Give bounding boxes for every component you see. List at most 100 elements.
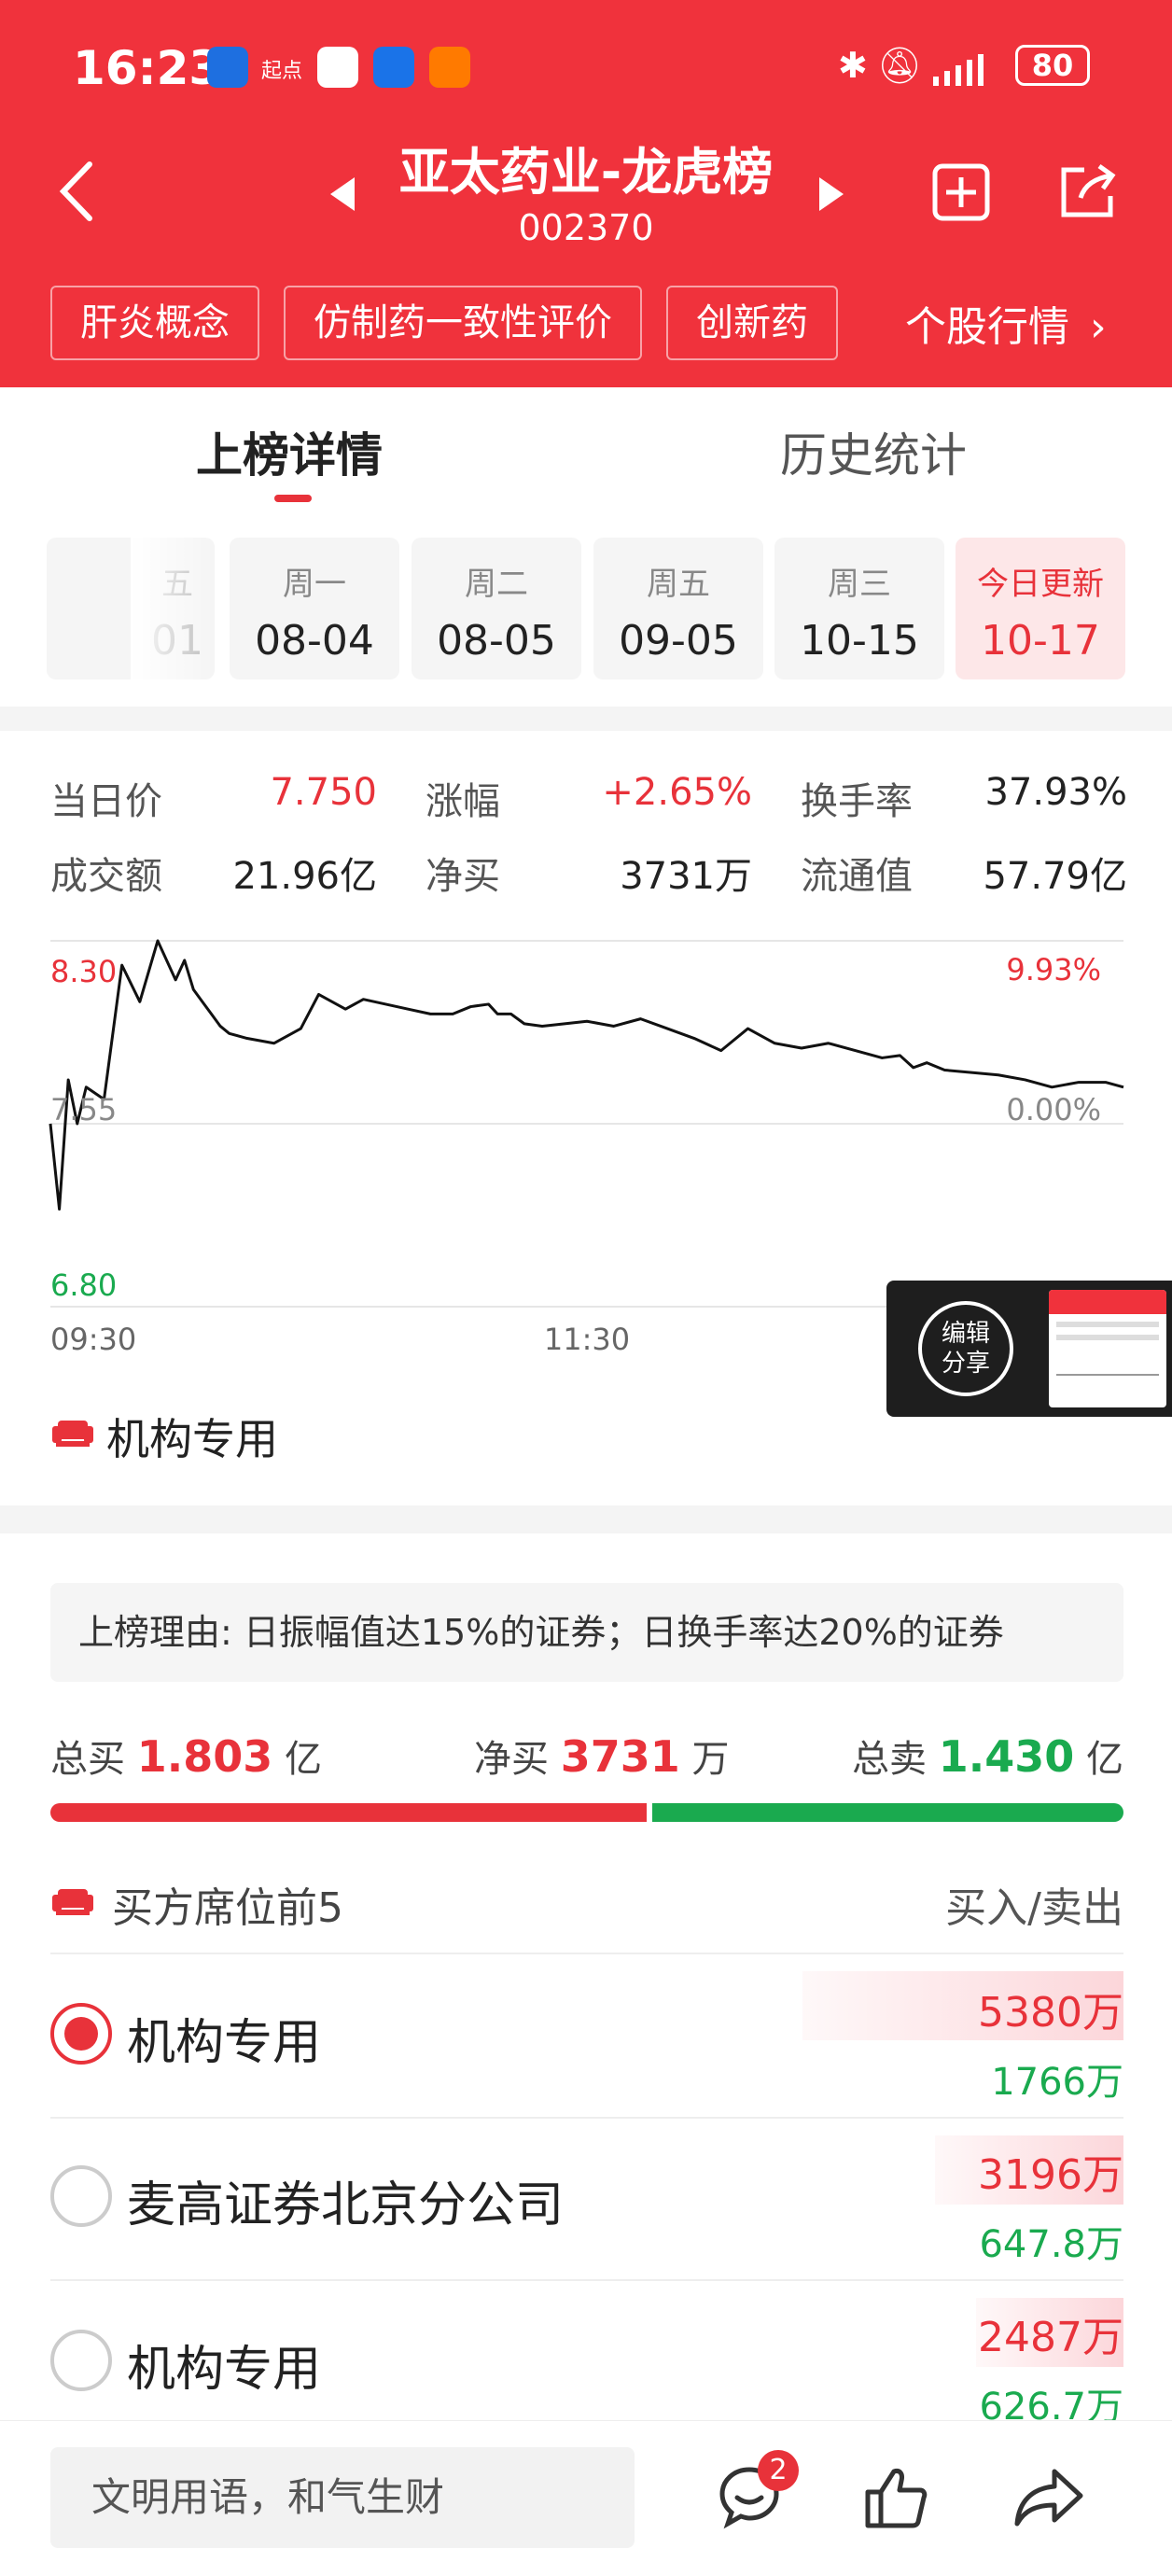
stat-label: 换手率 <box>801 780 913 823</box>
tag-concept[interactable]: 仿制药一致性评价 <box>284 286 642 360</box>
buy-sell-column-label: 买入/卖出 <box>945 1884 1123 1932</box>
stock-code: 002370 <box>518 207 654 248</box>
sell-amount: 1766万 <box>991 2061 1123 2104</box>
stat-label: 涨幅 <box>426 780 500 823</box>
stat-value: 21.96亿 <box>232 855 377 898</box>
seat-name[interactable]: 机构专用 <box>127 2003 321 2073</box>
share-icon[interactable] <box>1056 161 1120 226</box>
price-series-line <box>49 939 1124 1211</box>
total-sell-label: 总卖 <box>852 1738 928 1781</box>
page-title: 亚太药业-龙虎榜 <box>398 143 774 202</box>
stock-quote-label: 个股行情 <box>905 303 1069 351</box>
forward-icon[interactable] <box>1013 2466 1084 2531</box>
date-weekday: 今日更新 <box>977 566 1104 603</box>
date-value: 10-17 <box>981 617 1100 665</box>
back-button[interactable] <box>56 159 97 228</box>
date-card-today[interactable]: 今日更新 10-17 <box>956 538 1125 679</box>
date-card[interactable]: 周一 08-04 <box>230 538 399 679</box>
buy-sell-bar <box>50 1803 1123 1822</box>
date-card[interactable]: 周三 10-15 <box>774 538 944 679</box>
net-buy-unit: 万 <box>691 1738 730 1781</box>
stat-label: 流通值 <box>801 855 913 898</box>
date-weekday: 周二 <box>465 566 528 603</box>
chevron-right-icon: › <box>1090 303 1107 351</box>
sofa-icon <box>52 1880 93 1921</box>
date-weekday: 周三 <box>828 566 891 603</box>
add-watchlist-icon[interactable] <box>931 162 991 226</box>
comment-input[interactable]: 文明用语，和气生财 <box>50 2447 635 2548</box>
video-app-icon <box>429 47 470 88</box>
x-axis-tick-label: 09:30 <box>50 1322 136 1357</box>
battery-indicator: 80 <box>1015 45 1090 86</box>
total-buy-value: 1.803 <box>136 1731 273 1782</box>
buyers-title: 买方席位前5 <box>112 1884 343 1932</box>
comment-count-badge: 2 <box>758 2450 799 2491</box>
sell-bar-segment <box>651 1803 1123 1822</box>
total-buy-label: 总买 <box>50 1738 125 1781</box>
app-notification-icon <box>207 47 248 88</box>
y-axis-right-tick-label: 0.00% <box>1006 1092 1101 1127</box>
mute-icon: 🔕︎ <box>877 45 923 86</box>
y-axis-tick-label: 8.30 <box>50 954 117 989</box>
prev-stock-icon[interactable] <box>328 175 356 217</box>
date-value: 08-05 <box>437 617 556 665</box>
divider <box>50 2279 1123 2281</box>
sofa-icon <box>52 1411 93 1452</box>
baidu-netdisk-icon <box>317 47 358 88</box>
edit-share-button[interactable]: 编辑 分享 <box>918 1301 1013 1396</box>
net-buy-value: 3731 <box>560 1731 680 1782</box>
stat-value: 3731万 <box>620 855 752 898</box>
total-buy: 总买 1.803 亿 <box>50 1729 322 1783</box>
date-fade-overlay <box>131 538 215 679</box>
date-weekday: 周一 <box>283 566 346 603</box>
divider <box>50 1953 1123 1954</box>
stock-quote-link[interactable]: 个股行情 › <box>905 293 1107 353</box>
seat-radio[interactable] <box>50 2165 112 2227</box>
total-sell-value: 1.430 <box>938 1731 1075 1782</box>
edit-share-label: 编辑 分享 <box>941 1320 990 1378</box>
stat-value: 37.93% <box>984 771 1127 814</box>
screenshot-thumbnail <box>1049 1290 1166 1407</box>
header: 16:23 起点 ✱ 🔕︎ 80 亚太药业-龙虎榜 002370 肝炎概念 仿制… <box>0 0 1172 387</box>
seat-radio[interactable] <box>50 2330 112 2391</box>
date-value: 09-05 <box>619 617 738 665</box>
stat-label: 净买 <box>426 855 500 898</box>
like-icon[interactable] <box>862 2464 929 2535</box>
tag-concept[interactable]: 创新药 <box>666 286 838 360</box>
total-buy-unit: 亿 <box>284 1738 322 1781</box>
date-card[interactable]: 周二 08-05 <box>412 538 581 679</box>
date-weekday: 周五 <box>647 566 710 603</box>
status-time: 16:23 <box>73 41 222 95</box>
stat-value: 57.79亿 <box>983 855 1127 898</box>
bluetooth-icon: ✱ <box>838 45 868 86</box>
x-axis-tick-label: 11:30 <box>544 1322 630 1357</box>
tab-bar <box>0 387 1172 527</box>
stat-value: +2.65% <box>602 771 752 814</box>
date-value: 10-15 <box>800 617 919 665</box>
tab-details[interactable]: 上榜详情 <box>196 418 383 485</box>
tab-history[interactable]: 历史统计 <box>780 418 967 485</box>
net-buy: 净买 3731 万 <box>474 1729 729 1783</box>
buy-amount: 2487万 <box>978 2314 1123 2361</box>
share-overlay[interactable]: 编辑 分享 <box>886 1281 1172 1417</box>
qidian-app-icon: 起点 <box>261 60 303 83</box>
y-axis-right-tick-label: 9.93% <box>1006 952 1101 987</box>
browser-app-icon <box>373 47 414 88</box>
buy-amount: 3196万 <box>978 2151 1123 2199</box>
seat-name[interactable]: 机构专用 <box>127 2330 321 2400</box>
tag-concept[interactable]: 肝炎概念 <box>50 286 259 360</box>
date-value: 08-04 <box>255 617 374 665</box>
seat-radio[interactable] <box>50 2003 112 2065</box>
next-stock-icon[interactable] <box>817 175 845 217</box>
sell-amount: 647.8万 <box>979 2223 1123 2266</box>
stat-label: 当日价 <box>50 780 162 823</box>
signal-icon <box>933 52 1000 90</box>
seat-label: 机构专用 <box>106 1414 278 1464</box>
net-buy-label: 净买 <box>474 1738 549 1781</box>
total-sell-unit: 亿 <box>1086 1738 1123 1781</box>
tab-active-indicator <box>274 495 312 502</box>
divider <box>50 2117 1123 2119</box>
date-card[interactable]: 周五 09-05 <box>593 538 763 679</box>
seat-name[interactable]: 麦高证券北京分公司 <box>127 2165 564 2235</box>
listing-reason: 上榜理由: 日振幅值达15%的证券；日换手率达20%的证券 <box>50 1583 1123 1682</box>
